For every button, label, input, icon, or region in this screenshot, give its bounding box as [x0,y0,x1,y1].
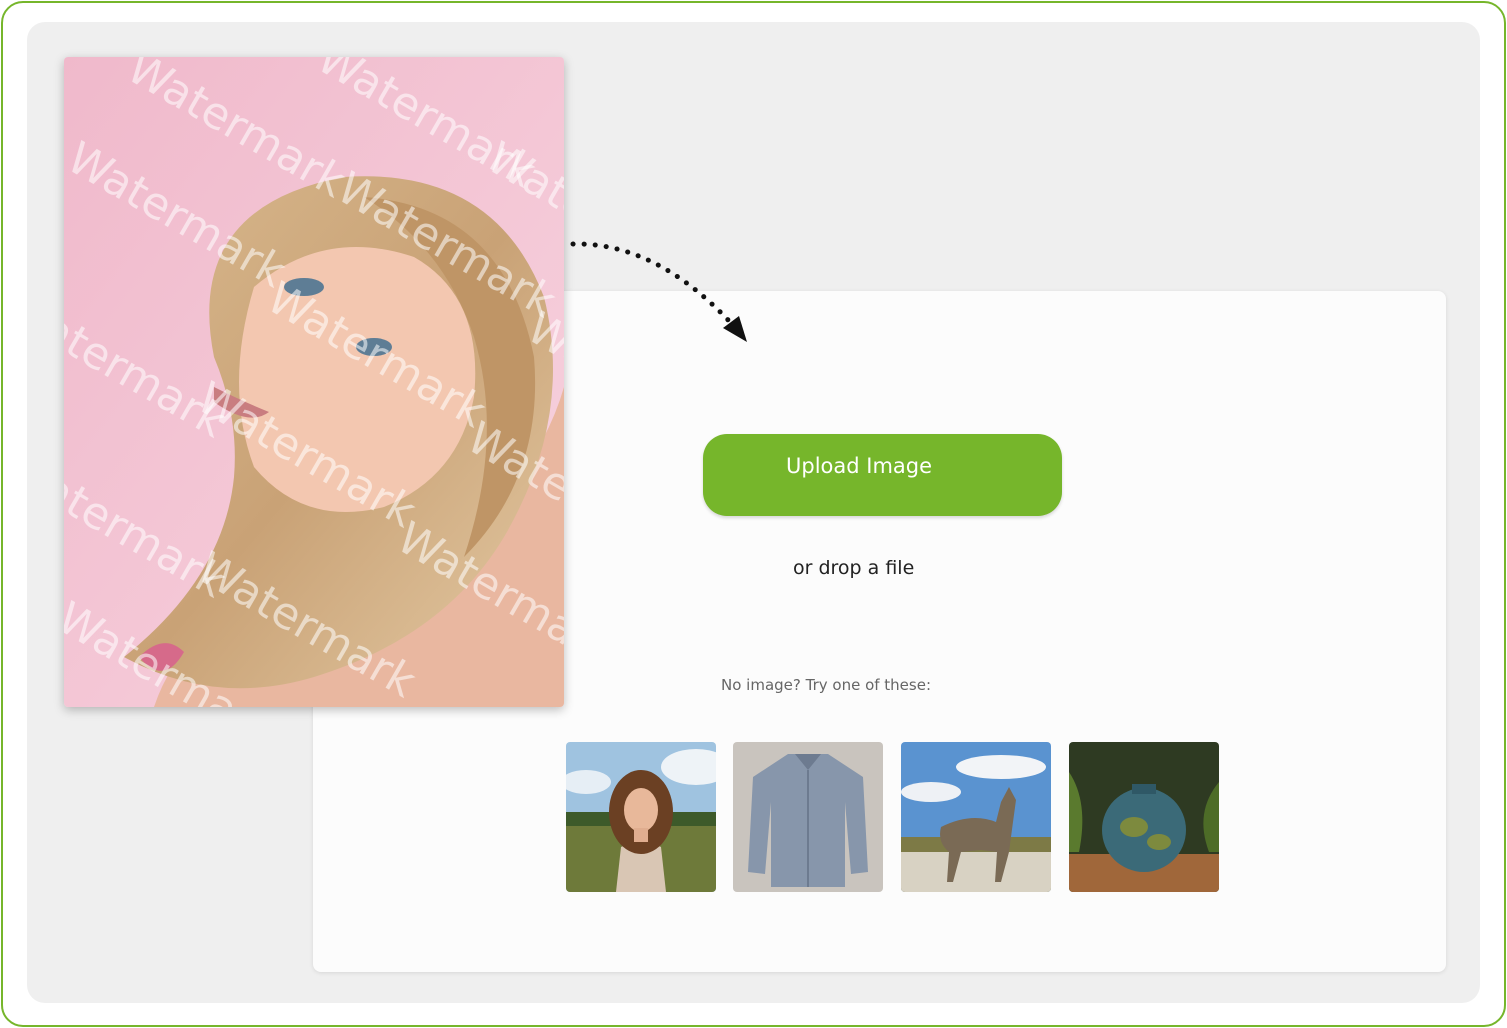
sample-images-hint: No image? Try one of these: [721,676,932,694]
shirt-thumbnail [733,742,883,892]
preview-image-card: Watermark Watermark Watermark Watermark … [64,57,564,707]
upload-image-button[interactable]: Upload Image [703,434,1062,516]
watermarked-portrait-image: Watermark Watermark Watermark Watermark … [64,57,564,707]
sample-image-shirt[interactable] [733,742,883,892]
dotted-arrow-icon [570,241,747,342]
upload-image-button-label: Upload Image [786,454,933,478]
wolf-thumbnail [901,742,1051,892]
sample-image-woman[interactable] [566,742,716,892]
drop-file-text: or drop a file [793,557,915,579]
vase-thumbnail [1069,742,1219,892]
sample-image-vase[interactable] [1069,742,1219,892]
sample-image-wolf[interactable] [901,742,1051,892]
woman-portrait-thumbnail [566,742,716,892]
